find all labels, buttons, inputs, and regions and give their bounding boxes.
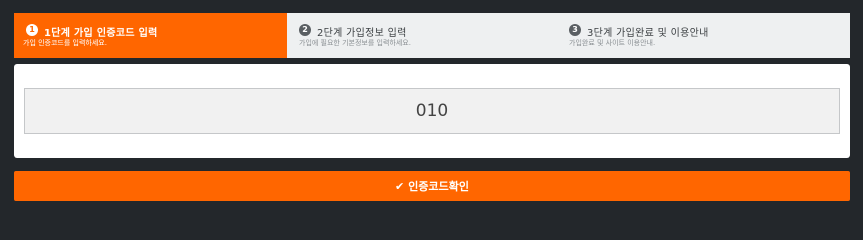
code-input-card xyxy=(14,64,850,158)
confirm-code-button-label: 인증코드확인 xyxy=(408,180,469,193)
confirm-code-button[interactable]: ✔ 인증코드확인 xyxy=(14,171,850,201)
step-1-subtitle: 가입 인증코드를 입력하세요. xyxy=(23,39,107,47)
signup-steps: 1 1단계 가입 인증코드 입력 가입 인증코드를 입력하세요. 2 2단계 가… xyxy=(14,13,850,58)
step-2-signup-info: 2 2단계 가입정보 입력 가입에 필요한 기본정보를 입력하세요. xyxy=(287,13,557,58)
step-3-complete: 3 3단계 가입완료 및 이용안내 가입완료 및 사이트 이용안내. xyxy=(557,13,850,58)
step-3-title: 3단계 가입완료 및 이용안내 xyxy=(587,28,709,39)
step-1-verification-code: 1 1단계 가입 인증코드 입력 가입 인증코드를 입력하세요. xyxy=(14,13,287,58)
step-2-number-badge: 2 xyxy=(299,24,311,36)
step-3-number-badge: 3 xyxy=(569,24,581,36)
check-icon: ✔ xyxy=(395,179,405,193)
step-1-number-badge: 1 xyxy=(26,24,38,36)
verification-code-input[interactable] xyxy=(24,88,840,134)
step-2-title: 2단계 가입정보 입력 xyxy=(317,28,407,39)
step-1-title: 1단계 가입 인증코드 입력 xyxy=(44,28,158,39)
step-2-subtitle: 가입에 필요한 기본정보를 입력하세요. xyxy=(299,39,411,47)
step-3-subtitle: 가입완료 및 사이트 이용안내. xyxy=(569,39,656,47)
